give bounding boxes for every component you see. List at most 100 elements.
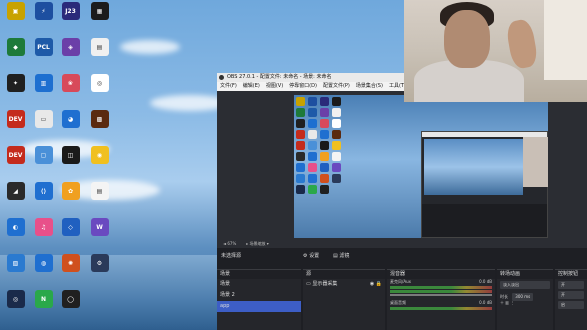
desktop-icon[interactable]: ✦ [2, 74, 29, 110]
preview-icon [296, 141, 305, 150]
desktop-icon[interactable]: J23 [57, 2, 84, 38]
desktop-icon[interactable]: ◢ [2, 182, 29, 218]
desktop-icon[interactable]: ▧ [2, 254, 29, 290]
menu-item[interactable]: 编辑(E) [243, 82, 260, 91]
app-icon: ◆ [6, 38, 25, 56]
preview-icon [320, 152, 329, 161]
scale-dropdown[interactable]: ▸ 场景缩放 ▾ [246, 240, 269, 248]
zoom-level[interactable]: ◄ 67% [223, 240, 236, 248]
app-icon: ▤ [90, 182, 109, 200]
preview-icon [296, 97, 305, 106]
desktop-icon[interactable]: ▭ [30, 110, 57, 146]
desktop-icon[interactable]: ◍ [30, 254, 57, 290]
desktop-icon[interactable]: ✿ [57, 182, 84, 218]
desktop: ▣ ⚡ J23 ▦ ◆ PCL ◈ ▤ ✦ ▥ ❀ ◎ DEV ▭ ◕ ▩ DEV ▢ ◫ ◉ ◢ ⟨⟩ ✿ ▤ ◐ ♫ ◇ W ▧ ◍ ✺… [0, 0, 215, 330]
app-icon: ✿ [61, 182, 80, 200]
desktop-icon[interactable]: ▤ [86, 38, 113, 74]
source-toolbar: 未选择源 ⚙ 设置 ▤ 滤镜 [217, 251, 587, 262]
scene-item[interactable]: 场景 2 [217, 290, 301, 301]
audio-meter [390, 307, 492, 310]
scene-item[interactable]: app [217, 301, 301, 312]
nested-docks [422, 204, 547, 237]
preview-icon [332, 119, 341, 128]
source-item[interactable]: ▭ 显示器采集 ◉ 🔒 [303, 279, 385, 290]
transitions-title: 转场动画 [497, 270, 553, 279]
desktop-icon[interactable]: ▩ [86, 110, 113, 146]
desktop-icon[interactable]: ◫ [57, 146, 84, 182]
app-icon: ⚙ [90, 254, 109, 272]
scenes-dock: 场景 场景 场景 2 app [217, 269, 301, 330]
desktop-icon[interactable]: ▣ [2, 2, 29, 38]
desktop-icon[interactable]: ◉ [86, 146, 113, 182]
mixer-channel-label: 麦克风/Aux 0.0 dB [390, 279, 492, 284]
preview-desktop-icons [296, 97, 342, 194]
add-icon[interactable]: ＋ [500, 300, 504, 305]
desktop-icon[interactable]: PCL [30, 38, 57, 74]
trash-icon[interactable]: ▥ [505, 300, 509, 305]
mixer-title: 混音器 [387, 270, 495, 279]
controls-dock: 控制按钮 开开启 [555, 269, 587, 330]
desktop-icon[interactable]: ▢ [30, 146, 57, 182]
desktop-icon[interactable]: ⚡ [30, 2, 57, 38]
preview-icon [296, 152, 305, 161]
desktop-icon[interactable]: ◎ [2, 290, 29, 326]
volume-slider[interactable] [390, 294, 492, 296]
app-icon: DEV [6, 146, 25, 164]
preview-icon [308, 152, 317, 161]
preview-icon [332, 141, 341, 150]
preview-icon [308, 185, 317, 194]
desktop-icon[interactable]: ▤ [86, 182, 113, 218]
desktop-icon[interactable]: ◈ [57, 38, 84, 74]
app-icon: PCL [34, 38, 53, 56]
more-icon[interactable]: ⋮ [510, 300, 514, 305]
preview-icon [296, 163, 305, 172]
desktop-icon[interactable]: ❀ [57, 74, 84, 110]
desktop-icon[interactable]: ◎ [86, 74, 113, 110]
app-icon: ▢ [34, 146, 53, 164]
obs-preview-area [217, 91, 587, 240]
control-button[interactable]: 开 [558, 291, 584, 299]
desktop-icon[interactable]: N [30, 290, 57, 326]
desktop-icon[interactable]: ⟨⟩ [30, 182, 57, 218]
desktop-icon[interactable]: ◯ [57, 290, 84, 326]
desktop-icon[interactable]: ◕ [57, 110, 84, 146]
app-icon: ◉ [90, 146, 109, 164]
filters-button[interactable]: ▤ 滤镜 [333, 251, 349, 262]
properties-button[interactable]: ⚙ 设置 [303, 251, 319, 262]
menu-item[interactable]: 停靠窗口(D) [289, 82, 317, 91]
transition-select[interactable]: 淡入淡出 [500, 281, 550, 289]
desktop-icon[interactable]: ✺ [57, 254, 84, 290]
desktop-icon[interactable]: ▦ [86, 2, 113, 38]
app-icon: ◐ [6, 218, 25, 236]
visibility-eye-icon[interactable]: ◉ 🔒 [370, 279, 382, 290]
desktop-icon[interactable]: ♫ [30, 218, 57, 254]
app-icon: ✦ [6, 74, 25, 92]
desktop-icon[interactable]: ◇ [57, 218, 84, 254]
app-icon: ⟨⟩ [34, 182, 53, 200]
desktop-icon[interactable]: ◆ [2, 38, 29, 74]
desktop-icon[interactable]: DEV [2, 146, 29, 182]
scene-item[interactable]: 场景 [217, 279, 301, 290]
control-button[interactable]: 开 [558, 281, 584, 289]
desktop-icon[interactable]: ⚙ [86, 254, 113, 290]
preview-icon [308, 108, 317, 117]
desktop-icon[interactable]: ▥ [30, 74, 57, 110]
obs-preview[interactable] [294, 95, 548, 238]
nested-obs-capture [421, 131, 548, 238]
desktop-icon[interactable]: ◐ [2, 218, 29, 254]
preview-icon [296, 108, 305, 117]
desktop-icon[interactable]: W [86, 218, 113, 254]
duration-input[interactable]: 300 ms [512, 293, 534, 301]
preview-icon [296, 185, 305, 194]
preview-icon [332, 163, 341, 172]
preview-icon [332, 152, 341, 161]
desktop-icon[interactable]: DEV [2, 110, 29, 146]
menu-item[interactable]: 文件(F) [220, 82, 237, 91]
app-icon: ▩ [90, 110, 109, 128]
sources-dock: 源 ▭ 显示器采集 ◉ 🔒 [303, 269, 385, 330]
menu-item[interactable]: 场景集合(S) [356, 82, 383, 91]
control-button[interactable]: 启 [558, 301, 584, 309]
menu-item[interactable]: 视图(V) [266, 82, 283, 91]
webcam-person-hand [505, 18, 539, 70]
menu-item[interactable]: 配置文件(P) [323, 82, 350, 91]
